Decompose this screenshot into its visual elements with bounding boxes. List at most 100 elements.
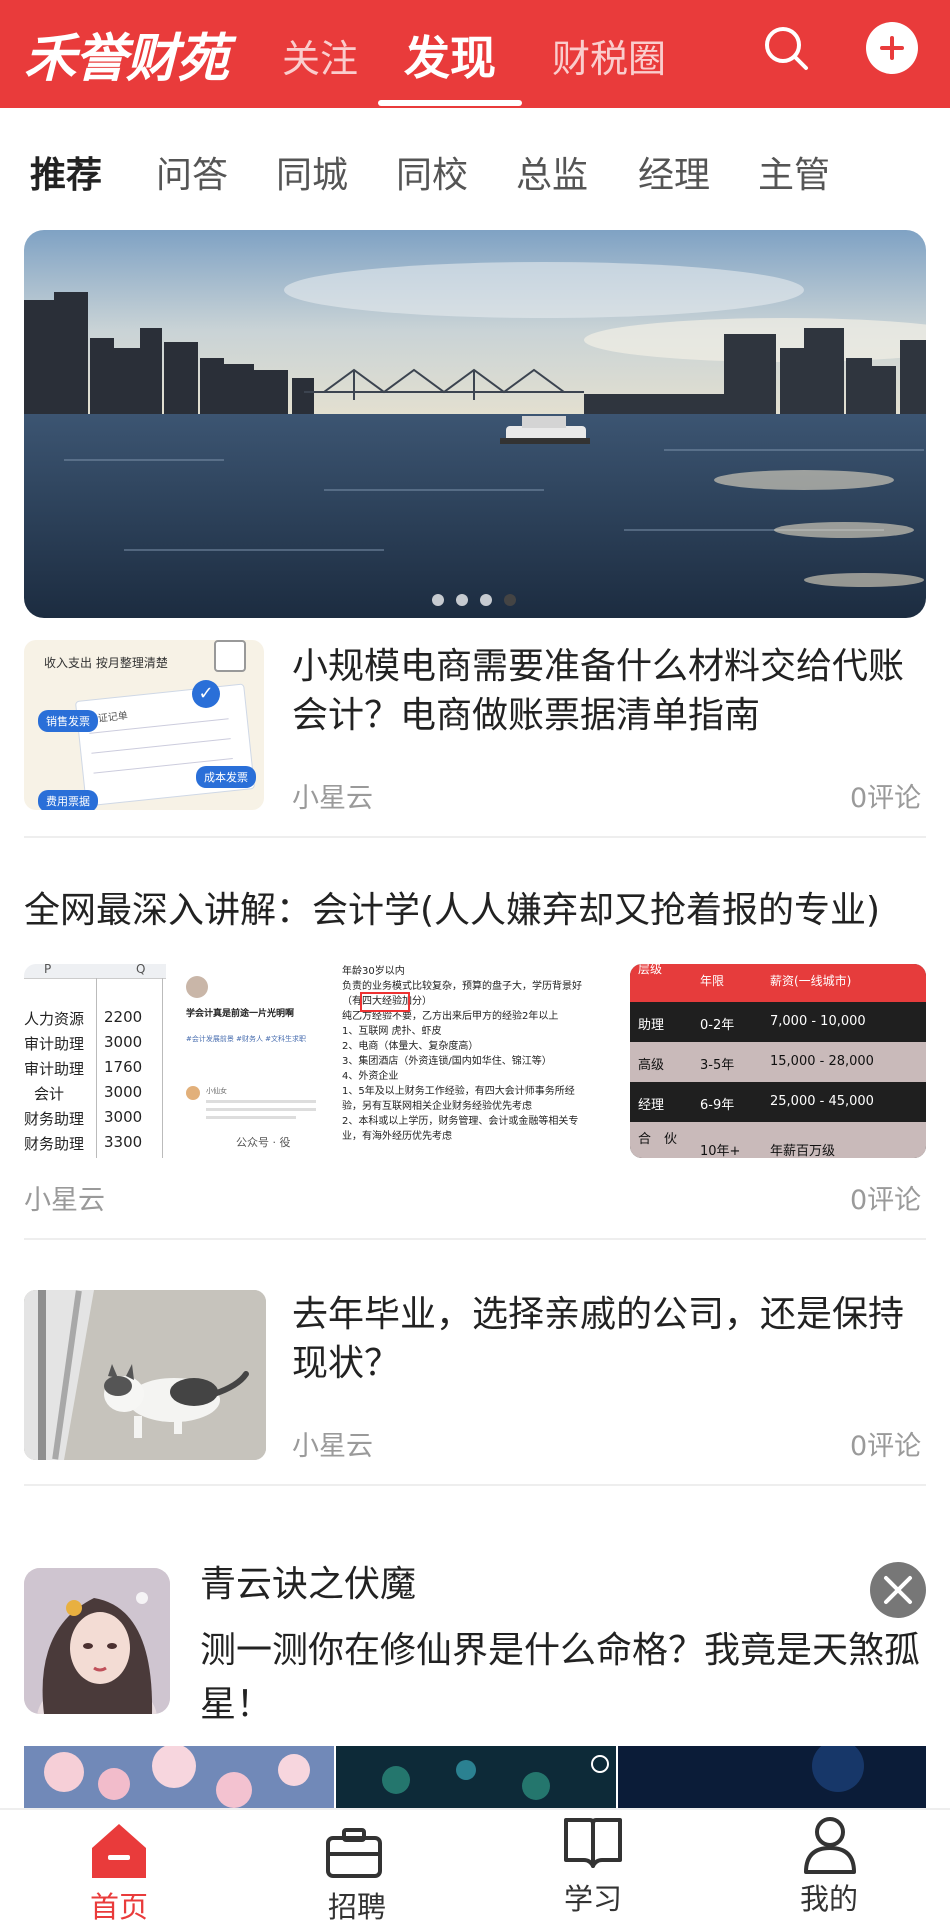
article-3-author[interactable]: 小星云 [292, 1424, 373, 1463]
text-line: 验，另有互联网相关企业财务经验优先考虑 [342, 1101, 532, 1112]
category-tab-director[interactable]: 总监 [516, 146, 588, 198]
spreadsheet-cell: 1760 [104, 1058, 143, 1076]
ad-image-1[interactable] [24, 1746, 334, 1808]
spreadsheet-cell: 3000 [104, 1108, 143, 1126]
article-1-title[interactable]: 小规模电商需要准备什么材料交给代账会计？电商做账票据清单指南 [292, 642, 926, 740]
search-icon[interactable] [762, 24, 810, 72]
article-1-author[interactable]: 小星云 [292, 776, 373, 815]
spreadsheet-cell: 审计助理 [24, 1060, 85, 1078]
article-3-thumbnail[interactable] [24, 1290, 266, 1460]
salary-table-cell: 年薪百万级 [770, 1144, 836, 1158]
app-logo: 禾誉财苑 [24, 29, 229, 89]
divider [24, 836, 926, 838]
ad-text[interactable]: 测一测你在修仙界是什么命格？我竟是天煞孤星！ [200, 1624, 920, 1732]
nav-tab-discover[interactable]: 发现 [404, 22, 496, 88]
avatar [186, 976, 208, 998]
add-post-button[interactable] [866, 22, 918, 74]
text-line: 4、外资企业 [342, 1071, 399, 1082]
top-header: 禾誉财苑 关注 发现 财税圈 [0, 0, 950, 108]
tag-sales-invoice: 销售发票 [38, 710, 98, 732]
ad-image-2[interactable] [336, 1746, 616, 1808]
job-requirements-text: 年龄30岁以内 负责的业务模式比较复杂，预算的盘子大，学历背景好 （有四大经验加… [342, 964, 612, 1144]
salary-table-cell: 助理 [638, 1018, 665, 1033]
salary-table-cell: 7,000 - 10,000 [770, 1014, 866, 1029]
post-tags: #会计发展前景 #财务人 #文科生求职 [186, 1035, 307, 1043]
article-3-comments[interactable]: 0评论 [850, 1424, 921, 1463]
briefcase-icon[interactable] [324, 1826, 384, 1880]
check-icon: ✓ [192, 680, 220, 708]
nav-tab-tax-circle[interactable]: 财税圈 [552, 28, 666, 83]
close-icon [884, 1576, 912, 1604]
category-tab-same-city[interactable]: 同城 [276, 146, 348, 198]
user-icon[interactable] [802, 1816, 858, 1874]
voucher-card: 凭证记单 [74, 683, 256, 807]
spreadsheet-cell: 3000 [104, 1083, 143, 1101]
avatar [186, 1086, 200, 1100]
carousel-dot [480, 594, 492, 606]
ad-app-name[interactable]: 青云诀之伏魔 [200, 1560, 416, 1609]
thumbnail-caption: 收入支出 按月整理清楚 [44, 656, 168, 670]
spreadsheet-cell: 人力资源 [24, 1010, 85, 1028]
article-2-title[interactable]: 全网最深入讲解：会计学(人人嫌弃却又抢着报的专业) [24, 886, 926, 935]
article-2-image-3[interactable]: 年龄30岁以内 负责的业务模式比较复杂，预算的盘子大，学历背景好 （有四大经验加… [336, 964, 612, 1158]
article-2-image-4[interactable]: 层级 年限 薪资(一线城市) 助理 0-2年 7,000 - 10,000 高级… [630, 964, 926, 1158]
tag-expense-receipt: 费用票据 [38, 790, 98, 810]
highlight-box [360, 992, 410, 1012]
ad-app-icon[interactable] [24, 1568, 170, 1714]
carousel-dot [432, 594, 444, 606]
spreadsheet-cell: 财务助理 [24, 1135, 85, 1153]
carousel-dot [456, 594, 468, 606]
article-3-title[interactable]: 去年毕业，选择亲戚的公司，还是保持现状？ [292, 1290, 926, 1388]
salary-table-header: 薪资(一线城市) [770, 974, 852, 988]
ad-character-image [24, 1568, 170, 1714]
category-tab-manager[interactable]: 经理 [638, 146, 710, 198]
text-line: 业，有海外经历优先考虑 [342, 1131, 452, 1142]
spreadsheet-cell: 审计助理 [24, 1035, 85, 1053]
salary-table-cell: 合 伙 [638, 1132, 678, 1147]
spreadsheet-cell: 财务助理 [24, 1110, 85, 1128]
article-2-image-1[interactable]: P Q 人力资源 2200 审计助理 3000 审计助理 1760 会计 300… [24, 964, 166, 1158]
salary-table-cell: 25,000 - 45,000 [770, 1094, 874, 1109]
spreadsheet-cell: 3000 [104, 1033, 143, 1051]
article-1-comments[interactable]: 0评论 [850, 776, 921, 815]
night-sky-image [618, 1746, 926, 1808]
nav-tab-follow[interactable]: 关注 [282, 28, 358, 83]
text-line: 年龄30岁以内 [342, 966, 405, 977]
salary-table-cell: 经理 [638, 1098, 665, 1113]
article-1-thumbnail[interactable]: 收入支出 按月整理清楚 凭证记单 销售发票 ✓ 成本发票 费用票据 [24, 640, 264, 810]
category-tab-same-school[interactable]: 同校 [396, 146, 468, 198]
document-icon [214, 640, 246, 672]
reply-author: 小仙女 [206, 1087, 227, 1095]
text-line: 1、5年及以上财务工作经验，有四大会计师事务所经 [342, 1086, 575, 1097]
carousel-dot-active [504, 594, 516, 606]
spreadsheet-col-q: Q [136, 964, 146, 976]
cherry-blossom-image [24, 1746, 334, 1808]
article-2-comments[interactable]: 0评论 [850, 1178, 921, 1217]
salary-table-header: 年限 [700, 974, 725, 988]
tag-cost-invoice: 成本发票 [196, 766, 256, 788]
forest-image [336, 1746, 616, 1808]
salary-table-cell: 15,000 - 28,000 [770, 1054, 874, 1069]
banner-image [24, 230, 926, 618]
salary-table-cell: 3-5年 [700, 1058, 735, 1073]
bottom-nav-learning[interactable]: 学习 [564, 1876, 622, 1918]
category-tab-supervisor[interactable]: 主管 [758, 146, 830, 198]
close-ad-button[interactable] [870, 1562, 926, 1618]
bottom-nav-me[interactable]: 我的 [800, 1876, 858, 1918]
ad-image-3[interactable] [618, 1746, 926, 1808]
spreadsheet-cell: 2200 [104, 1008, 143, 1026]
spreadsheet-cell: 会计 [34, 1085, 65, 1103]
category-tab-qa[interactable]: 问答 [156, 146, 228, 198]
category-tab-recommend[interactable]: 推荐 [30, 146, 102, 198]
article-2-author[interactable]: 小星云 [24, 1178, 105, 1217]
divider [24, 1238, 926, 1240]
salary-table-header: 层级 [638, 964, 663, 976]
book-icon[interactable] [562, 1816, 624, 1872]
salary-table-cell: 0-2年 [700, 1018, 735, 1033]
article-2-image-2[interactable]: 学会计真是前途一片光明啊 #会计发展前景 #财务人 #文科生求职 小仙女 公众号… [172, 964, 330, 1158]
text-line: 1、互联网 虎扑、虾皮 [342, 1026, 442, 1037]
post-title: 学会计真是前途一片光明啊 [186, 1009, 295, 1019]
home-icon[interactable] [88, 1822, 150, 1880]
banner-carousel[interactable] [24, 230, 926, 618]
text-line: 2、本科或以上学历，财务管理、会计或金融等相关专 [342, 1116, 579, 1127]
